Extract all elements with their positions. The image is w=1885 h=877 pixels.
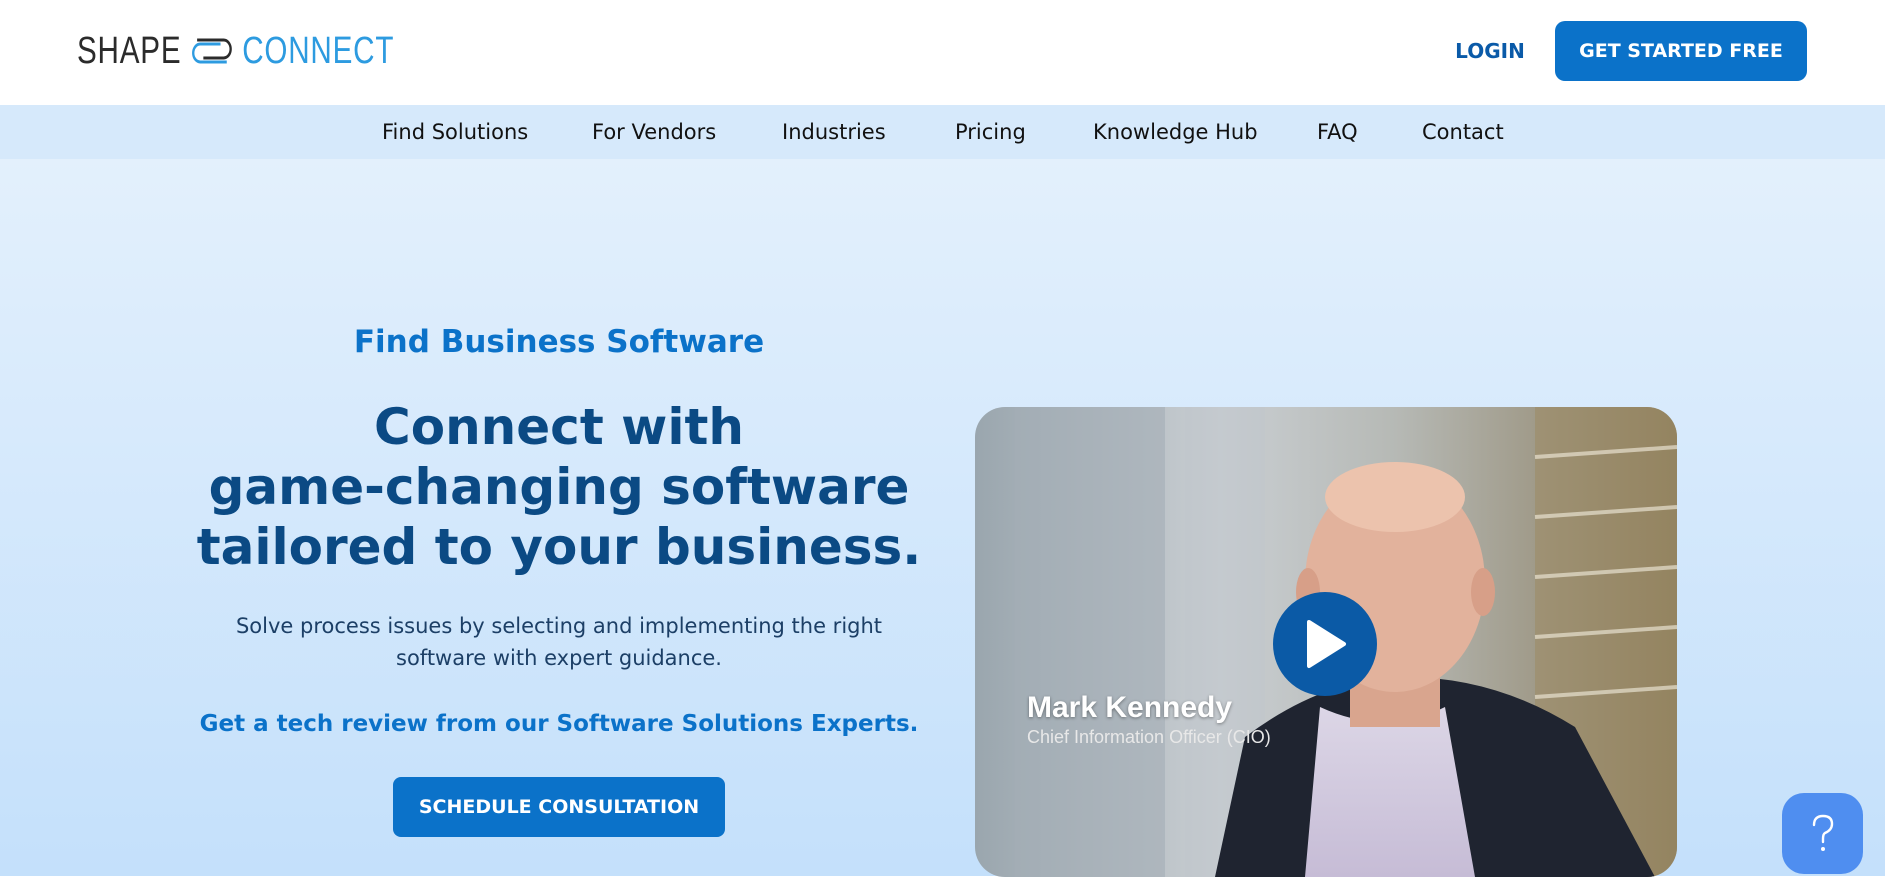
main-nav: Find Solutions For Vendors Industries Pr… xyxy=(0,105,1885,159)
speaker-name: Mark Kennedy xyxy=(1027,691,1233,724)
headline-line: Connect with xyxy=(374,398,744,456)
subtext-line: Solve process issues by selecting and im… xyxy=(235,614,883,638)
play-icon xyxy=(1307,620,1346,668)
headline-line: tailored to your business. xyxy=(196,518,922,576)
subtext-line: software with expert guidance. xyxy=(396,646,722,670)
headline-line: game-changing software xyxy=(208,458,910,516)
hero-subtext: Solve process issues by selecting and im… xyxy=(230,610,888,674)
nav-item-knowledge-hub[interactable]: Knowledge Hub xyxy=(1093,105,1258,159)
intro-video[interactable]: Mark Kennedy Chief Information Officer (… xyxy=(975,407,1677,877)
tech-review-text: Get a tech review from our Software Solu… xyxy=(199,711,919,737)
logo-link-icon xyxy=(191,38,232,64)
speaker-title: Chief Information Officer (CIO) xyxy=(1027,727,1271,747)
hero-eyebrow: Find Business Software xyxy=(353,324,765,360)
play-button[interactable] xyxy=(1273,592,1377,696)
login-link[interactable]: LOGIN xyxy=(1440,36,1540,66)
nav-item-for-vendors[interactable]: For Vendors xyxy=(592,105,716,159)
logo-word-shape: SHAPE xyxy=(77,29,182,72)
video-caption: Mark Kennedy Chief Information Officer (… xyxy=(1027,691,1271,748)
logo-word-connect: CONNECT xyxy=(242,29,395,72)
nav-item-faq[interactable]: FAQ xyxy=(1317,105,1358,159)
nav-item-industries[interactable]: Industries xyxy=(782,105,886,159)
schedule-consultation-button[interactable]: SCHEDULE CONSULTATION xyxy=(393,777,725,837)
help-button[interactable] xyxy=(1782,793,1863,874)
nav-item-find-solutions[interactable]: Find Solutions xyxy=(382,105,528,159)
nav-item-contact[interactable]: Contact xyxy=(1422,105,1504,159)
site-header: SHAPE CONNECT LOGIN GET STARTED FREE xyxy=(0,0,1885,105)
question-icon xyxy=(1812,814,1833,851)
get-started-button[interactable]: GET STARTED FREE xyxy=(1555,21,1807,81)
hero-headline: Connect with game-changing software tail… xyxy=(160,397,958,577)
nav-item-pricing[interactable]: Pricing xyxy=(955,105,1026,159)
site-logo[interactable]: SHAPE CONNECT xyxy=(77,30,394,72)
hero-section: Find Business Software Connect with game… xyxy=(0,159,1885,877)
